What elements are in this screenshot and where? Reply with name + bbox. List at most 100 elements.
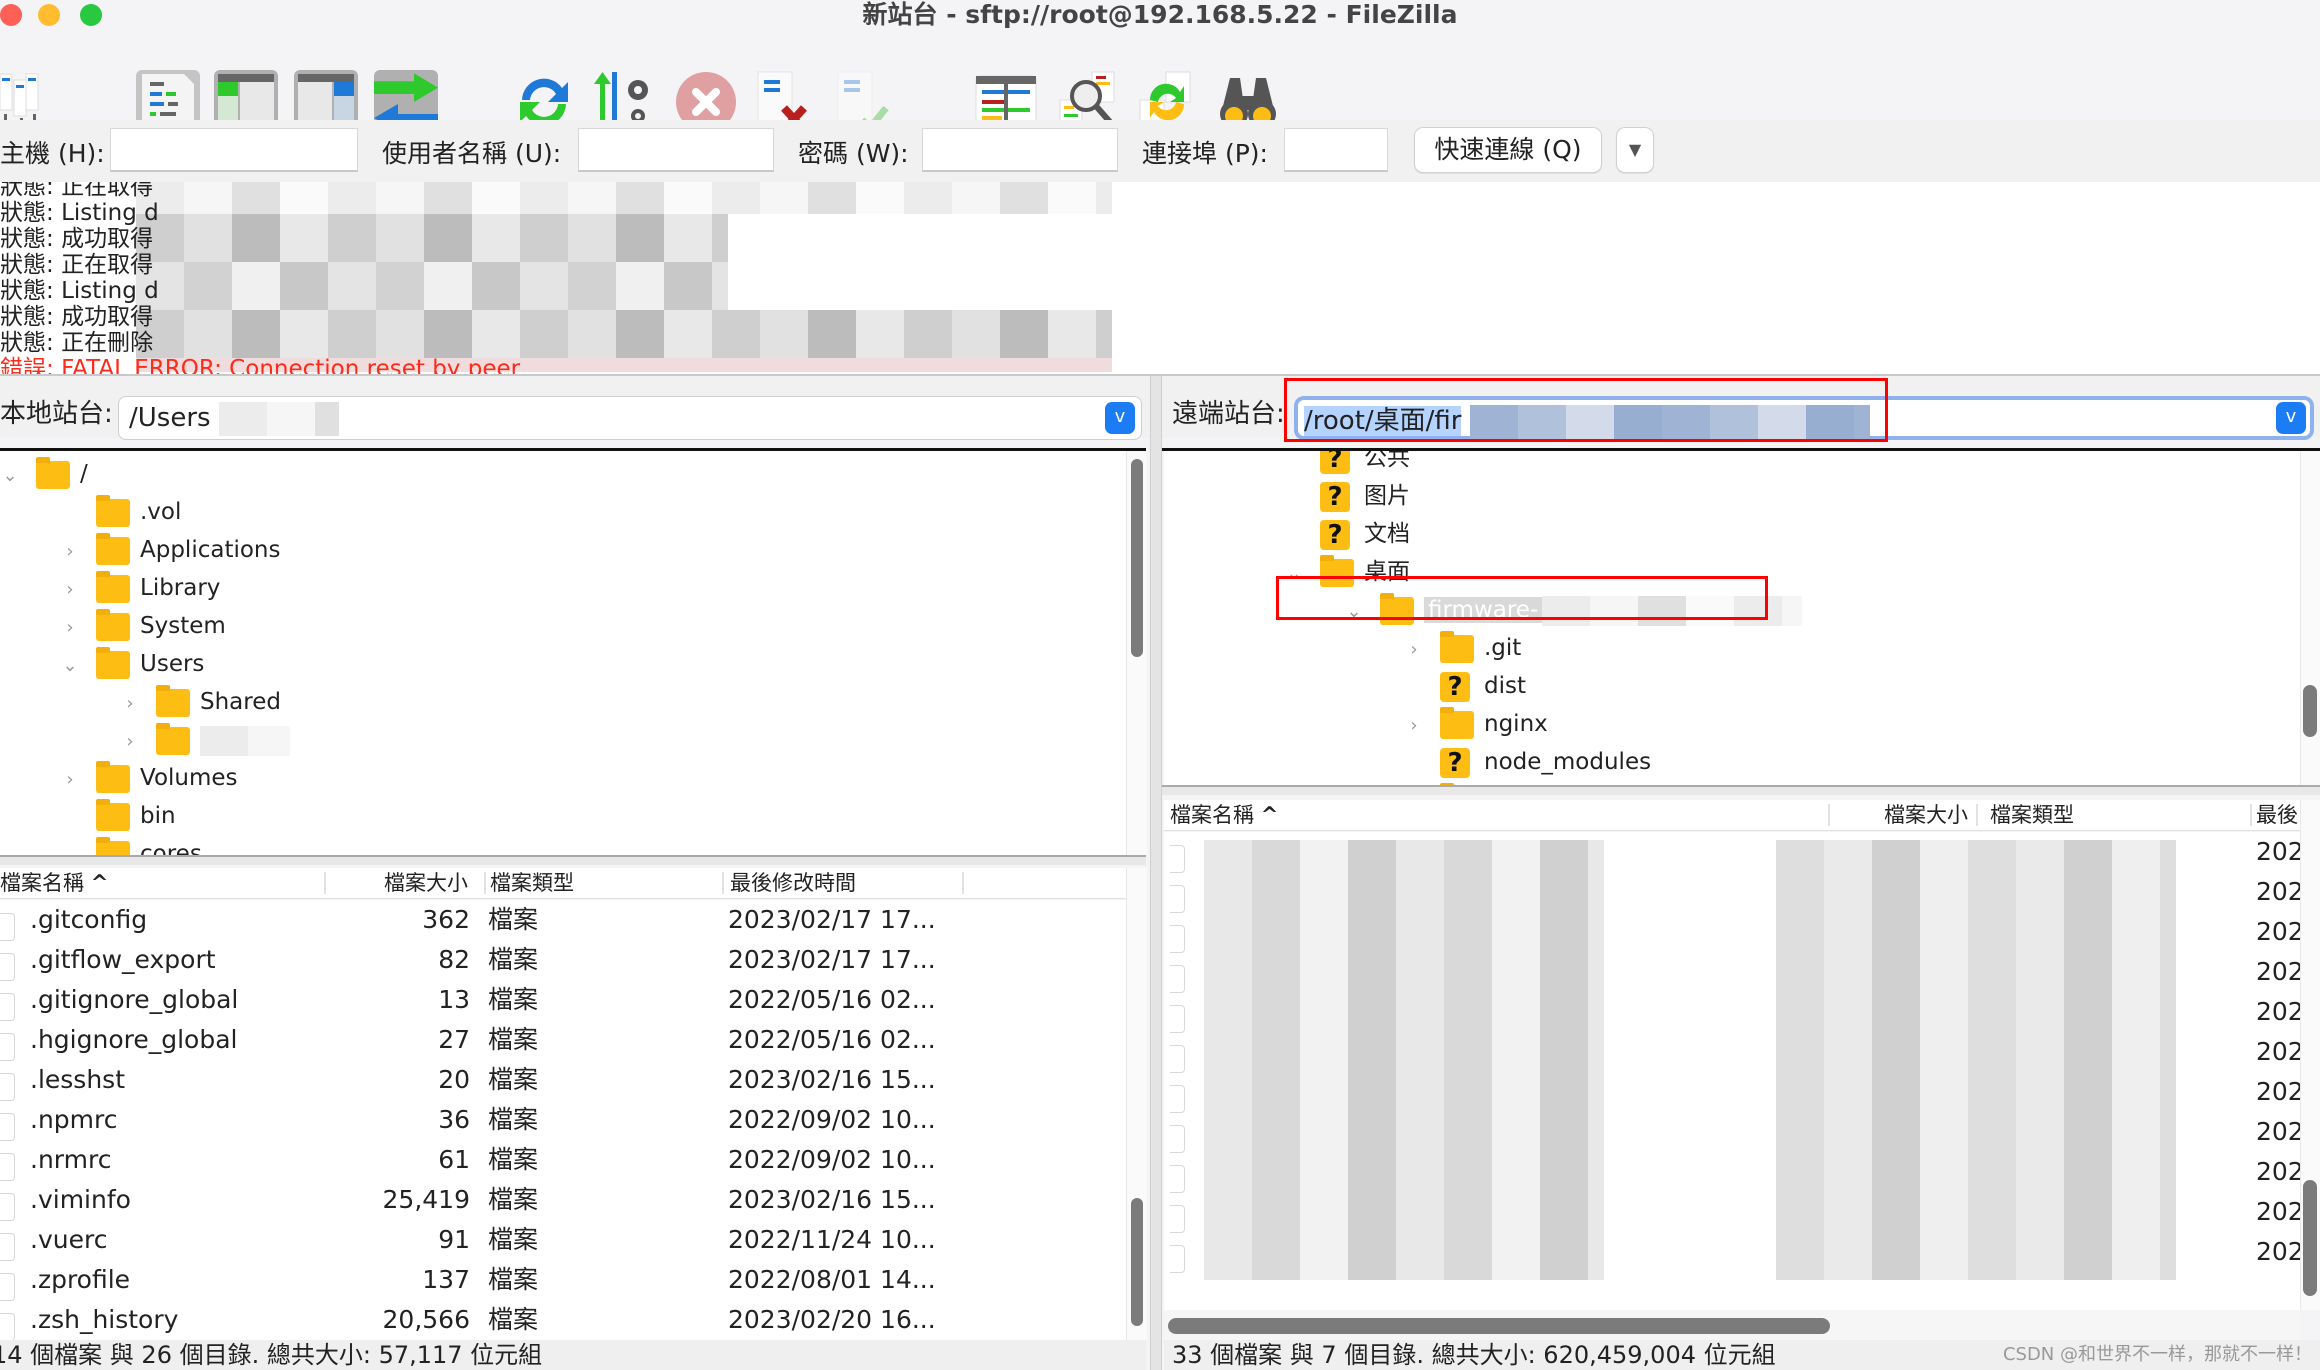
column-separator[interactable] [722, 872, 724, 894]
column-header-filetype[interactable]: 檔案類型 [1990, 800, 2074, 830]
file-row[interactable]: 202 [1164, 1192, 2300, 1233]
file-row[interactable]: 202 [1164, 952, 2300, 993]
tree-node[interactable]: › nginx [1404, 705, 1548, 743]
tree-node[interactable]: cores [60, 835, 202, 855]
chevron-right-icon[interactable]: › [120, 685, 140, 723]
tree-node[interactable]: ⌄ / [0, 455, 88, 493]
tree-node[interactable]: ⌄ Users [60, 645, 204, 683]
chevron-right-icon[interactable]: › [60, 761, 80, 799]
column-header-filesize[interactable]: 檔案大小 [384, 868, 468, 898]
file-row[interactable]: 202 [1164, 1112, 2300, 1153]
quickconnect-button[interactable]: 快速連線 (Q) [1414, 127, 1602, 173]
scrollbar-thumb[interactable] [1131, 1198, 1143, 1326]
column-separator[interactable] [962, 872, 964, 894]
file-row[interactable]: .npmrc 36 檔案 2022/09/02 10... [0, 1100, 1126, 1141]
file-row[interactable]: .gitconfig 362 檔案 2023/02/17 17... [0, 900, 1126, 941]
file-type: 檔案 [488, 1105, 539, 1134]
chevron-right-icon[interactable]: › [120, 723, 140, 761]
file-modified: 2023/02/16 15... [728, 1185, 936, 1214]
column-separator[interactable] [484, 872, 486, 894]
chevron-right-icon[interactable]: › [1404, 707, 1424, 745]
file-row[interactable]: 202 [1164, 832, 2300, 873]
column-header-filetype[interactable]: 檔案類型 [490, 868, 574, 898]
file-row[interactable]: .gitflow_export 82 檔案 2023/02/17 17... [0, 940, 1126, 981]
chevron-right-icon[interactable]: › [60, 571, 80, 609]
column-header-filename[interactable]: 檔案名稱 ^ [0, 868, 108, 898]
password-input[interactable] [922, 128, 1118, 172]
file-name: .gitflow_export [30, 945, 216, 974]
local-tree-scrollbar[interactable] [1126, 451, 1147, 855]
username-input[interactable] [578, 128, 774, 172]
file-row[interactable]: 202 [1164, 1032, 2300, 1073]
file-row[interactable]: .zprofile 137 檔案 2022/08/01 14... [0, 1260, 1126, 1301]
tree-node[interactable]: ? node_modules [1404, 743, 1651, 781]
local-path-input[interactable]: /Users v [118, 396, 1142, 440]
local-file-list[interactable]: .gitconfig 362 檔案 2023/02/17 17... .gitflow_… [0, 900, 1126, 1340]
scrollbar-thumb[interactable] [1131, 459, 1143, 657]
folder-icon [96, 608, 130, 641]
file-size: 36 [438, 1105, 470, 1134]
column-header-filesize[interactable]: 檔案大小 [1884, 800, 1968, 830]
tree-node[interactable]: › Volumes [60, 759, 238, 797]
scrollbar-thumb[interactable] [1168, 1318, 1830, 1334]
tree-node[interactable]: ? dist [1404, 667, 1526, 705]
remote-path-dropdown[interactable]: v [2276, 402, 2306, 434]
column-separator[interactable] [1976, 804, 1978, 826]
tree-node[interactable]: › Library [60, 569, 220, 607]
column-header-filename[interactable]: 檔案名稱 ^ [1170, 800, 1278, 830]
splitter[interactable] [0, 855, 1146, 865]
pane-splitter[interactable] [1150, 376, 1162, 1370]
remote-file-list[interactable]: 202 202 202 202 202 202 202 202 202 202 202 [1164, 832, 2300, 1310]
local-list-scrollbar[interactable] [1126, 868, 1147, 1340]
file-row[interactable]: .hgignore_global 27 檔案 2022/05/16 02... [0, 1020, 1126, 1061]
file-row[interactable]: .viminfo 25,419 檔案 2023/02/16 15... [0, 1180, 1126, 1221]
chevron-right-icon[interactable]: › [60, 609, 80, 647]
tree-node[interactable]: › .git [1404, 629, 1521, 667]
tree-node[interactable]: › System [60, 607, 226, 645]
tree-node[interactable]: ? 公共 [1284, 451, 1410, 477]
splitter[interactable] [1162, 785, 2320, 795]
tree-node[interactable]: › Shared [120, 683, 281, 721]
file-row[interactable]: .gitignore_global 13 檔案 2022/05/16 02... [0, 980, 1126, 1021]
file-row[interactable]: 202 [1164, 992, 2300, 1033]
tree-node[interactable]: .vol [60, 493, 181, 531]
column-separator[interactable] [2250, 804, 2252, 826]
chevron-down-icon[interactable]: ⌄ [0, 457, 20, 495]
file-row[interactable]: 202 [1164, 1072, 2300, 1113]
port-input[interactable] [1284, 128, 1388, 172]
tree-node[interactable]: ? 图片 [1284, 477, 1410, 515]
file-row[interactable]: .lesshst 20 檔案 2023/02/16 15... [0, 1060, 1126, 1101]
log-text: FATAL ERROR: Connection reset by peer [61, 356, 521, 374]
remote-horizontal-scrollbar[interactable] [1164, 1310, 2300, 1340]
quickconnect-history-dropdown[interactable]: ▼ [1616, 127, 1654, 173]
file-name: .zsh_history [30, 1305, 179, 1334]
scrollbar-thumb[interactable] [2303, 1180, 2317, 1296]
chevron-right-icon[interactable]: › [1404, 631, 1424, 669]
host-input[interactable] [110, 128, 358, 172]
chevron-down-icon: v [2285, 406, 2297, 427]
tree-node[interactable]: bin [60, 797, 176, 835]
file-row[interactable]: .vuerc 91 檔案 2022/11/24 10... [0, 1220, 1126, 1261]
local-directory-tree[interactable]: ⌄ / .vol › Applications › Library › System ⌄ Users… [0, 451, 1126, 855]
file-row[interactable]: 202 [1164, 1152, 2300, 1193]
chevron-right-icon[interactable]: › [60, 533, 80, 571]
file-row[interactable]: .zsh_history 20,566 檔案 2023/02/20 16... [0, 1300, 1126, 1340]
tree-node[interactable]: › [120, 721, 290, 759]
remote-list-scrollbar[interactable] [2300, 800, 2320, 1310]
tree-node-label: bin [140, 803, 176, 829]
file-row[interactable]: 202 [1164, 1232, 2300, 1273]
message-log[interactable]: 狀態: 正在取得 狀態: Listing d 狀態: 成功取得 狀態: 正在取得 狀態:… [0, 182, 2320, 374]
file-row[interactable]: 202 [1164, 912, 2300, 953]
column-separator[interactable] [1828, 804, 1830, 826]
log-error-line: 錯誤: FATAL ERROR: Connection reset by pee… [0, 356, 520, 374]
column-separator[interactable] [324, 872, 326, 894]
file-row[interactable]: .nrmrc 61 檔案 2022/09/02 10... [0, 1140, 1126, 1181]
tree-node[interactable]: ? 文档 [1284, 515, 1410, 553]
column-header-modified[interactable]: 最後修改時間 [730, 868, 856, 898]
tree-node[interactable]: › Applications [60, 531, 281, 569]
chevron-down-icon[interactable]: ⌄ [60, 647, 80, 685]
remote-tree-scrollbar[interactable] [2300, 451, 2320, 785]
file-row[interactable]: 202 [1164, 872, 2300, 913]
scrollbar-thumb[interactable] [2303, 685, 2317, 737]
local-path-dropdown[interactable]: v [1105, 402, 1135, 434]
